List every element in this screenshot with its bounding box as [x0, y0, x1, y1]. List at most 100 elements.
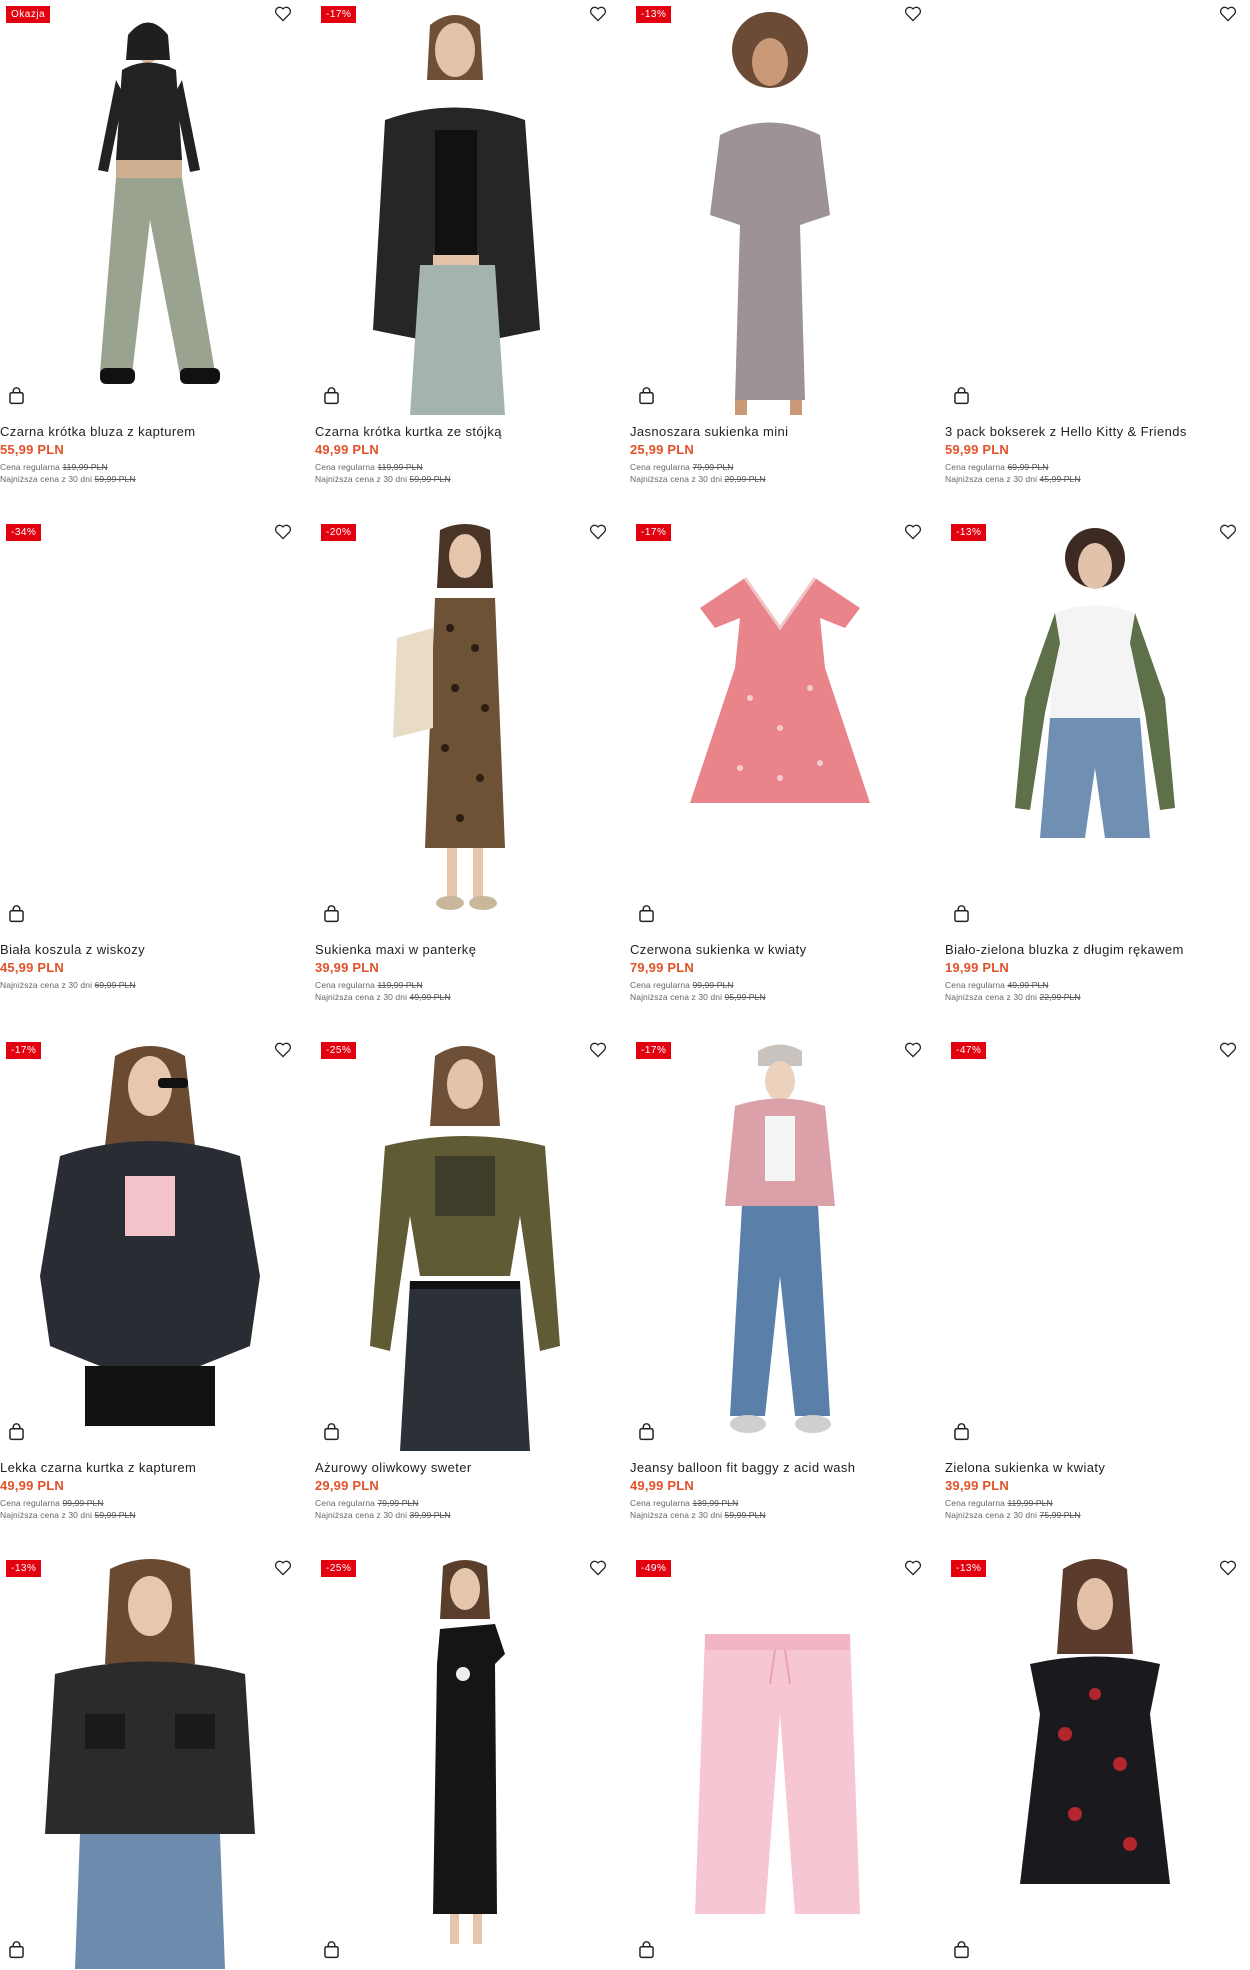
discount-badge: -47% [951, 1042, 987, 1059]
heart-icon[interactable] [1219, 524, 1237, 540]
product-image[interactable] [630, 518, 930, 933]
product-card[interactable]: -13% [0, 1554, 300, 1970]
lowest-price-line: Najniższa cena z 30 dni 22,99 PLN [945, 992, 1081, 1002]
heart-icon[interactable] [589, 1042, 607, 1058]
product-image[interactable] [315, 0, 615, 415]
product-title[interactable]: Czarna krótka kurtka ze stójką [315, 424, 502, 439]
product-image[interactable] [630, 1554, 930, 1969]
product-card[interactable]: -17% Czarna krótka kurtka ze stójką 49,9… [315, 0, 615, 500]
shopping-bag-icon[interactable] [638, 905, 655, 923]
heart-icon[interactable] [589, 6, 607, 22]
product-card[interactable]: -13% [945, 1554, 1245, 1970]
discount-badge: -20% [321, 524, 357, 541]
heart-icon[interactable] [274, 1560, 292, 1576]
shopping-bag-icon[interactable] [8, 1423, 25, 1441]
product-image[interactable] [0, 518, 300, 933]
heart-icon[interactable] [904, 524, 922, 540]
product-title[interactable]: Jasnoszara sukienka mini [630, 424, 788, 439]
product-price: 29,99 PLN [315, 1478, 379, 1493]
product-card[interactable]: -17% Jeansy balloon fit baggy z acid was… [630, 1036, 930, 1536]
product-card[interactable]: Okazja Czarna krótka bluza z kapturem 55… [0, 0, 300, 500]
product-card[interactable]: -25% Ażurowy oliwkowy sweter 29,99 PLN C… [315, 1036, 615, 1536]
shopping-bag-icon[interactable] [953, 1423, 970, 1441]
heart-icon[interactable] [904, 6, 922, 22]
heart-icon[interactable] [1219, 1560, 1237, 1576]
product-title[interactable]: Biało-zielona bluzka z długim rękawem [945, 942, 1184, 957]
discount-badge: -13% [951, 524, 987, 541]
lowest-price-line: Najniższa cena z 30 dni 95,99 PLN [630, 992, 766, 1002]
product-image[interactable] [945, 518, 1245, 933]
product-card[interactable]: -13% Jasnoszara sukienka mini 25,99 PLN … [630, 0, 930, 500]
shopping-bag-icon[interactable] [953, 387, 970, 405]
shopping-bag-icon[interactable] [323, 905, 340, 923]
heart-icon[interactable] [274, 6, 292, 22]
product-title[interactable]: Lekka czarna kurtka z kapturem [0, 1460, 196, 1475]
product-title[interactable]: Jeansy balloon fit baggy z acid wash [630, 1460, 855, 1475]
heart-icon[interactable] [589, 1560, 607, 1576]
product-title[interactable]: Czarna krótka bluza z kapturem [0, 424, 196, 439]
lowest-price-line: Najniższa cena z 30 dni 45,99 PLN [945, 474, 1081, 484]
product-image[interactable] [0, 1554, 300, 1969]
shopping-bag-icon[interactable] [8, 905, 25, 923]
product-image[interactable] [315, 1036, 615, 1451]
heart-icon[interactable] [274, 524, 292, 540]
shopping-bag-icon[interactable] [638, 1423, 655, 1441]
product-image[interactable] [630, 0, 930, 415]
product-image[interactable] [945, 1554, 1245, 1969]
shopping-bag-icon[interactable] [638, 387, 655, 405]
regular-price-line: Cena regularna 79,99 PLN [630, 462, 734, 472]
shopping-bag-icon[interactable] [8, 1941, 25, 1959]
shopping-bag-icon[interactable] [323, 1941, 340, 1959]
discount-badge: -13% [636, 6, 672, 23]
product-photo-pink-sweatpants [695, 1634, 860, 1914]
product-title[interactable]: 3 pack bokserek z Hello Kitty & Friends [945, 424, 1187, 439]
product-price: 39,99 PLN [315, 960, 379, 975]
product-card[interactable]: 3 pack bokserek z Hello Kitty & Friends … [945, 0, 1245, 500]
heart-icon[interactable] [904, 1042, 922, 1058]
product-photo-woman-leather-jacket [373, 15, 540, 415]
heart-icon[interactable] [904, 1560, 922, 1576]
regular-price-line: Cena regularna 139,99 PLN [630, 1498, 739, 1508]
lowest-price-line: Najniższa cena z 30 dni 59,99 PLN [630, 1510, 766, 1520]
product-card[interactable]: -17% Lekka czarna kurtka z kapturem 49,9… [0, 1036, 300, 1536]
product-image[interactable] [315, 1554, 615, 1969]
product-price: 79,99 PLN [630, 960, 694, 975]
product-photo-woman-rose-print-dress [1020, 1559, 1170, 1884]
product-image[interactable] [945, 1036, 1245, 1451]
regular-price-line: Cena regularna 99,99 PLN [0, 1498, 104, 1508]
discount-badge: -17% [321, 6, 357, 23]
product-card[interactable]: -20% Sukienka maxi w panterkę 39,99 PLN … [315, 518, 615, 1018]
regular-price-line: Cena regularna 99,99 PLN [630, 980, 734, 990]
product-image[interactable] [630, 1036, 930, 1451]
product-title[interactable]: Ażurowy oliwkowy sweter [315, 1460, 472, 1475]
shopping-bag-icon[interactable] [953, 905, 970, 923]
product-title[interactable]: Zielona sukienka w kwiaty [945, 1460, 1105, 1475]
heart-icon[interactable] [1219, 1042, 1237, 1058]
product-image[interactable] [0, 0, 300, 415]
product-card[interactable]: -17% Czerwona sukienka w kwiaty 79,99 PL… [630, 518, 930, 1018]
shopping-bag-icon[interactable] [323, 1423, 340, 1441]
product-card[interactable]: -49% [630, 1554, 930, 1970]
product-image[interactable] [315, 518, 615, 933]
product-card[interactable]: -25% [315, 1554, 615, 1970]
product-title[interactable]: Biała koszula z wiskozy [0, 942, 145, 957]
heart-icon[interactable] [274, 1042, 292, 1058]
lowest-price-line: Najniższa cena z 30 dni 59,99 PLN [0, 474, 136, 484]
product-image[interactable] [0, 1036, 300, 1451]
product-photo-woman-grey-dress [710, 12, 830, 415]
heart-icon[interactable] [1219, 6, 1237, 22]
product-card[interactable]: -47% Zielona sukienka w kwiaty 39,99 PLN… [945, 1036, 1245, 1536]
heart-icon[interactable] [589, 524, 607, 540]
discount-badge: -25% [321, 1560, 357, 1577]
shopping-bag-icon[interactable] [323, 387, 340, 405]
product-image[interactable] [945, 0, 1245, 415]
product-price: 19,99 PLN [945, 960, 1009, 975]
shopping-bag-icon[interactable] [638, 1941, 655, 1959]
product-title[interactable]: Czerwona sukienka w kwiaty [630, 942, 807, 957]
shopping-bag-icon[interactable] [8, 387, 25, 405]
product-card[interactable]: -34% Biała koszula z wiskozy 45,99 PLN N… [0, 518, 300, 1018]
product-title[interactable]: Sukienka maxi w panterkę [315, 942, 476, 957]
product-card[interactable]: -13% Biało-zielona bluzka z długim rękaw… [945, 518, 1245, 1018]
shopping-bag-icon[interactable] [953, 1941, 970, 1959]
lowest-price-line: Najniższa cena z 30 dni 29,99 PLN [630, 474, 766, 484]
